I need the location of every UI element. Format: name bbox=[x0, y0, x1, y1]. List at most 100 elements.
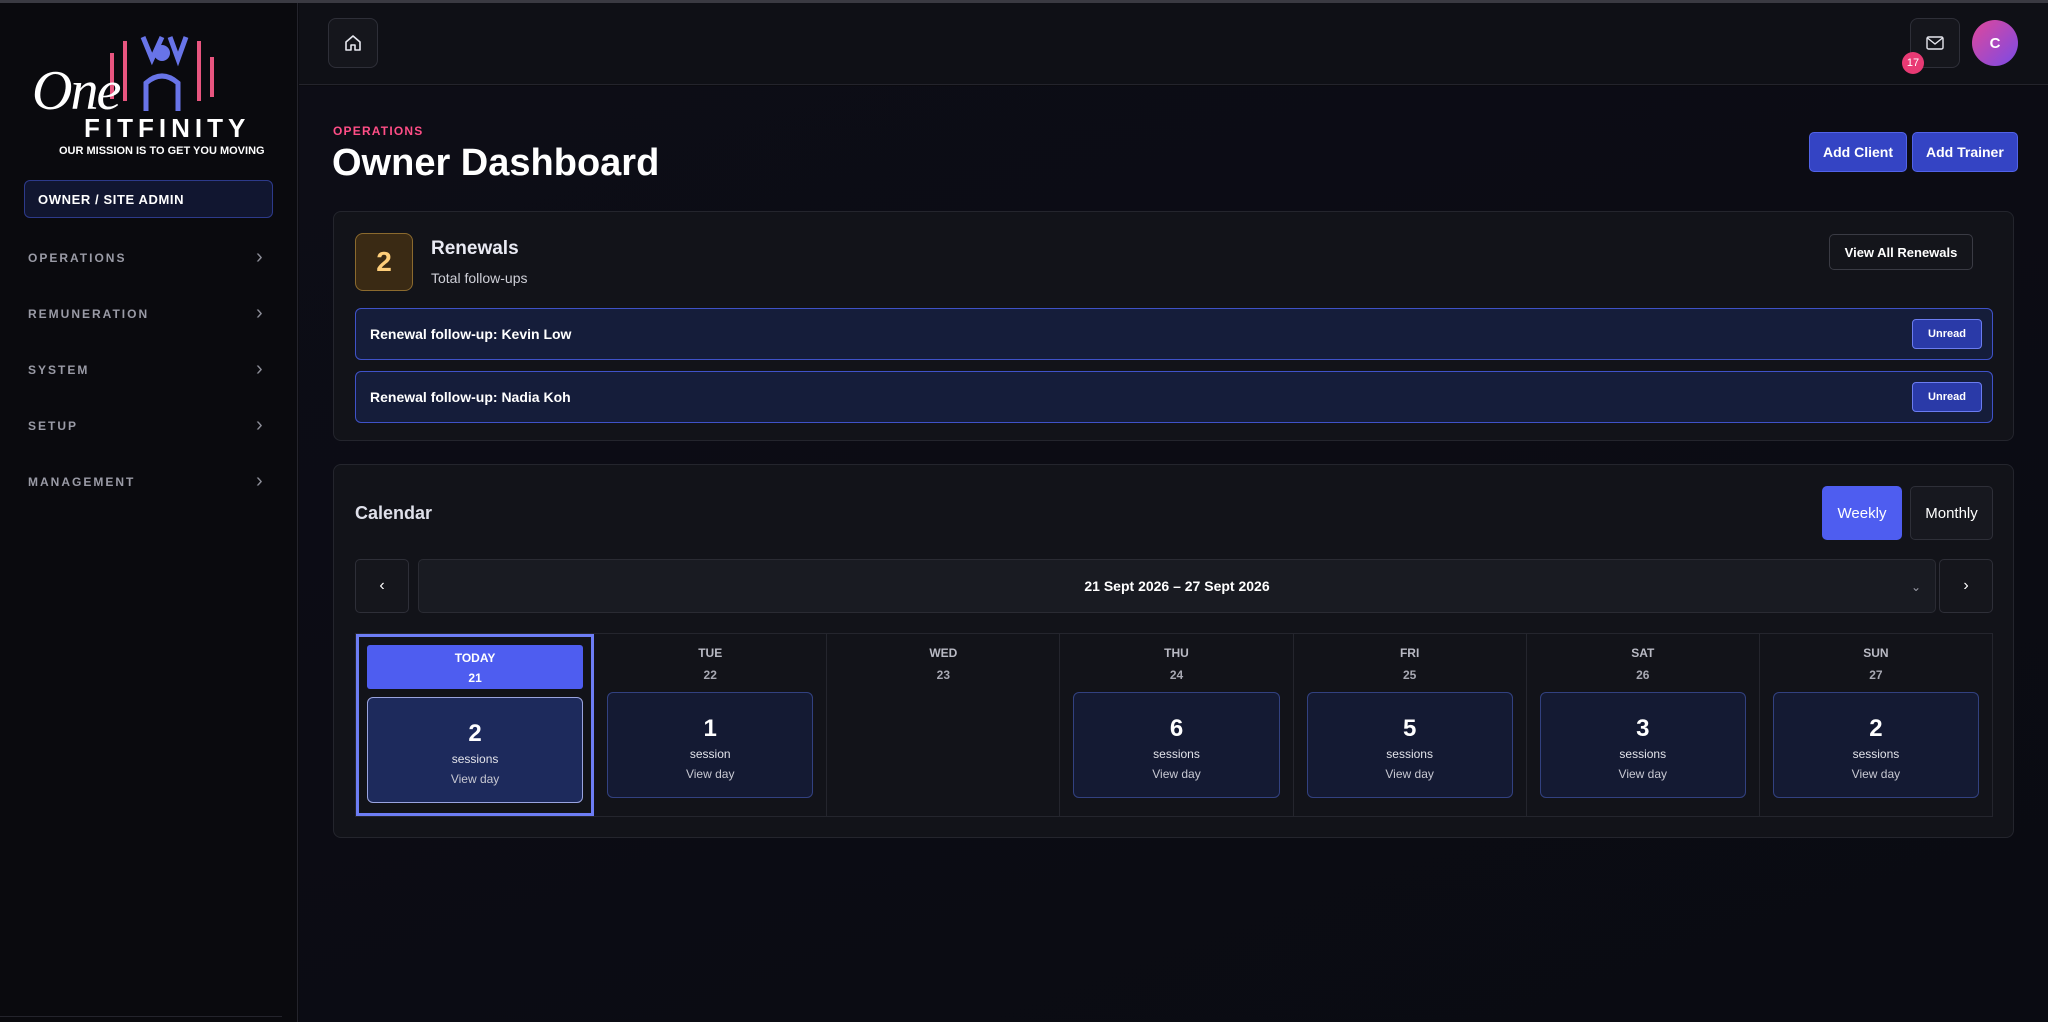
day-sessions-card[interactable]: 2 sessions View day bbox=[1772, 692, 1979, 798]
session-unit: sessions bbox=[1619, 747, 1667, 761]
view-day-link[interactable]: View day bbox=[1308, 767, 1512, 781]
sidebar-item-system[interactable]: SYSTEM › bbox=[0, 342, 298, 398]
day-number: 26 bbox=[1636, 668, 1650, 682]
day-name: TUE bbox=[698, 646, 723, 660]
renewals-subtitle: Total follow-ups bbox=[431, 270, 528, 286]
sidebar-item-label: REMUNERATION bbox=[28, 307, 150, 321]
week-grid: TODAY 21 2 sessions View day TUE 22 1 se… bbox=[355, 633, 1993, 817]
sidebar-item-remuneration[interactable]: REMUNERATION › bbox=[0, 286, 298, 342]
day-number: 24 bbox=[1169, 668, 1184, 682]
chevron-right-icon: › bbox=[256, 302, 263, 324]
session-count: 2 bbox=[1869, 715, 1883, 742]
page-eyebrow: OPERATIONS bbox=[333, 124, 424, 138]
sidebar-item-setup[interactable]: SETUP › bbox=[0, 398, 298, 454]
day-header: THU 24 bbox=[1060, 646, 1292, 682]
calendar-card: Calendar Weekly Monthly ‹ 21 Sept 2026 –… bbox=[333, 464, 2014, 838]
day-cell-fri: FRI 25 5 sessions View day bbox=[1294, 634, 1527, 816]
home-button[interactable] bbox=[328, 18, 378, 68]
sidebar-item-label: SETUP bbox=[28, 419, 79, 433]
sidebar-footer-divider bbox=[0, 1016, 282, 1017]
day-number: 22 bbox=[703, 668, 717, 682]
day-header: FRI 25 bbox=[1294, 646, 1526, 682]
day-cell-thu: THU 24 6 sessions View day bbox=[1060, 634, 1294, 816]
home-icon bbox=[345, 35, 361, 51]
add-client-button[interactable]: Add Client bbox=[1809, 132, 1907, 172]
day-cell-sun: SUN 27 2 sessions View day bbox=[1760, 634, 1992, 816]
chevron-right-icon: › bbox=[1963, 577, 1969, 594]
unread-status-button[interactable]: Unread bbox=[1912, 382, 1982, 412]
view-day-link[interactable]: View day bbox=[1774, 767, 1978, 781]
day-name: TODAY bbox=[454, 651, 496, 665]
chevron-right-icon: › bbox=[256, 358, 263, 380]
logo-tagline: OUR MISSION IS TO GET YOU MOVING bbox=[59, 145, 265, 157]
add-trainer-button[interactable]: Add Trainer bbox=[1912, 132, 2018, 172]
day-sessions-card[interactable]: 3 sessions View day bbox=[1539, 692, 1746, 798]
chevron-left-icon: ‹ bbox=[379, 577, 385, 594]
day-sessions-card[interactable]: 5 sessions View day bbox=[1306, 692, 1513, 798]
session-unit: sessions bbox=[1852, 747, 1900, 761]
mail-icon bbox=[1926, 36, 1944, 50]
day-sessions-card[interactable]: 2 sessions View day bbox=[367, 697, 584, 803]
day-header: SAT 26 bbox=[1527, 646, 1759, 682]
renewal-item[interactable]: Renewal follow-up: Nadia Koh Unread bbox=[355, 371, 1993, 423]
day-number: 23 bbox=[936, 668, 951, 682]
renewals-title: Renewals bbox=[431, 238, 519, 259]
view-all-renewals-button[interactable]: View All Renewals bbox=[1829, 234, 1973, 270]
user-avatar[interactable]: C bbox=[1972, 20, 2018, 66]
day-name: THU bbox=[1164, 646, 1189, 660]
monthly-view-toggle[interactable]: Monthly bbox=[1910, 486, 1993, 540]
date-range-text: 21 Sept 2026 – 27 Sept 2026 bbox=[1084, 578, 1270, 594]
role-selector[interactable]: OWNER / SITE ADMIN bbox=[24, 180, 273, 218]
day-sessions-card[interactable]: 1 session View day bbox=[607, 692, 814, 798]
day-sessions-card[interactable]: 6 sessions View day bbox=[1073, 692, 1280, 798]
day-number: 21 bbox=[468, 671, 482, 685]
day-cell-sat: SAT 26 3 sessions View day bbox=[1527, 634, 1760, 816]
day-number: 25 bbox=[1402, 668, 1417, 682]
sidebar-item-label: MANAGEMENT bbox=[28, 475, 136, 489]
sidebar-item-label: OPERATIONS bbox=[28, 251, 127, 265]
day-cell-today: TODAY 21 2 sessions View day bbox=[356, 634, 595, 816]
session-count: 1 bbox=[703, 715, 717, 742]
view-day-link[interactable]: View day bbox=[608, 767, 812, 781]
session-unit: sessions bbox=[1386, 747, 1433, 761]
today-header: TODAY 21 bbox=[367, 645, 584, 689]
calendar-title: Calendar bbox=[355, 503, 433, 523]
page-title: Owner Dashboard bbox=[332, 142, 660, 184]
next-week-button[interactable]: › bbox=[1939, 559, 1993, 613]
day-name: SUN bbox=[1863, 646, 1889, 660]
sidebar: One FITFINITY OUR MISSION IS TO GET YOU … bbox=[0, 3, 298, 1022]
sidebar-item-management[interactable]: MANAGEMENT › bbox=[0, 454, 298, 510]
chevron-down-icon: ⌄ bbox=[1910, 580, 1921, 594]
prev-week-button[interactable]: ‹ bbox=[355, 559, 409, 613]
view-day-link[interactable]: View day bbox=[1541, 767, 1745, 781]
renewal-item-text: Renewal follow-up: Nadia Koh bbox=[370, 389, 571, 405]
main-content: OPERATIONS Owner Dashboard Add Client Ad… bbox=[299, 86, 2048, 1022]
renewals-count-badge: 2 bbox=[355, 233, 413, 291]
logo-wordmark: FITFINITY bbox=[84, 113, 251, 143]
day-header: WED 23 bbox=[827, 646, 1059, 682]
session-unit: sessions bbox=[451, 752, 499, 766]
day-cell-tue: TUE 22 1 session View day bbox=[594, 634, 828, 816]
topbar: 17 C bbox=[299, 3, 2048, 85]
sidebar-item-operations[interactable]: OPERATIONS › bbox=[0, 230, 298, 286]
session-count: 5 bbox=[1402, 715, 1417, 742]
date-range-selector[interactable]: 21 Sept 2026 – 27 Sept 2026 ⌄ bbox=[418, 559, 1936, 613]
unread-status-button[interactable]: Unread bbox=[1912, 319, 1982, 349]
renewal-item-text: Renewal follow-up: Kevin Low bbox=[370, 326, 572, 342]
view-day-link[interactable]: View day bbox=[368, 772, 582, 786]
day-header: TUE 22 bbox=[594, 646, 826, 682]
renewal-item[interactable]: Renewal follow-up: Kevin Low Unread bbox=[355, 308, 1993, 360]
session-unit: session bbox=[689, 747, 731, 761]
session-count: 6 bbox=[1169, 715, 1184, 742]
sidebar-item-label: SYSTEM bbox=[28, 363, 90, 377]
day-name: FRI bbox=[1399, 646, 1420, 660]
sidebar-nav: OPERATIONS › REMUNERATION › SYSTEM › SET… bbox=[0, 230, 298, 510]
day-name: SAT bbox=[1631, 646, 1655, 660]
view-day-link[interactable]: View day bbox=[1074, 767, 1278, 781]
day-name: WED bbox=[929, 646, 958, 660]
brand-logo[interactable]: One FITFINITY OUR MISSION IS TO GET YOU … bbox=[30, 31, 270, 161]
weekly-view-toggle[interactable]: Weekly bbox=[1822, 486, 1902, 540]
day-header: SUN 27 bbox=[1760, 646, 1992, 682]
chevron-right-icon: › bbox=[256, 246, 263, 268]
chevron-right-icon: › bbox=[256, 414, 263, 436]
